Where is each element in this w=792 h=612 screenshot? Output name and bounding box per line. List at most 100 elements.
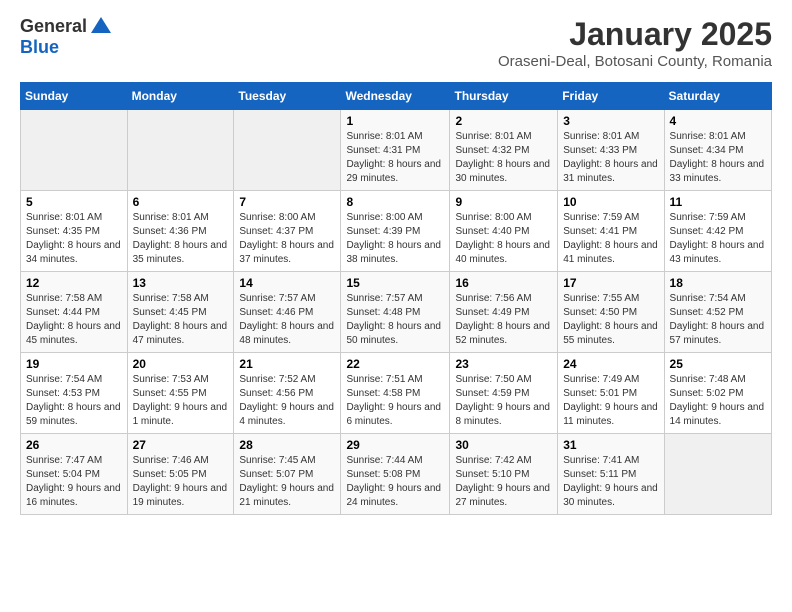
calendar-cell: 24 Sunrise: 7:49 AM Sunset: 5:01 PM Dayli… <box>558 353 664 434</box>
day-number: 11 <box>670 195 766 209</box>
day-detail: Sunrise: 7:58 AM Sunset: 4:44 PM Dayligh… <box>26 292 122 348</box>
calendar-cell: 29 Sunrise: 7:44 AM Sunset: 5:08 PM Dayli… <box>341 434 450 515</box>
day-number: 25 <box>670 357 766 371</box>
day-number: 6 <box>133 195 229 209</box>
day-number: 14 <box>239 276 335 290</box>
day-number: 15 <box>346 276 444 290</box>
title-section: January 2025 Oraseni-Deal, Botosani Coun… <box>498 16 772 70</box>
day-number: 29 <box>346 438 444 452</box>
day-number: 5 <box>26 195 122 209</box>
calendar-cell: 8 Sunrise: 8:00 AM Sunset: 4:39 PM Daylig… <box>341 191 450 272</box>
logo: General Blue <box>20 16 111 58</box>
day-number: 24 <box>563 357 658 371</box>
day-of-week-header: Friday <box>558 83 664 110</box>
day-detail: Sunrise: 7:54 AM Sunset: 4:52 PM Dayligh… <box>670 292 766 348</box>
calendar-subtitle: Oraseni-Deal, Botosani County, Romania <box>498 53 772 70</box>
calendar-cell: 22 Sunrise: 7:51 AM Sunset: 4:58 PM Dayli… <box>341 353 450 434</box>
day-number: 23 <box>455 357 552 371</box>
day-detail: Sunrise: 8:01 AM Sunset: 4:32 PM Dayligh… <box>455 130 552 186</box>
day-number: 26 <box>26 438 122 452</box>
calendar-cell <box>234 110 341 191</box>
day-detail: Sunrise: 7:48 AM Sunset: 5:02 PM Dayligh… <box>670 373 766 429</box>
calendar-cell: 20 Sunrise: 7:53 AM Sunset: 4:55 PM Dayli… <box>127 353 234 434</box>
calendar-title: January 2025 <box>498 16 772 53</box>
calendar-table: SundayMondayTuesdayWednesdayThursdayFrid… <box>20 82 772 515</box>
day-detail: Sunrise: 7:52 AM Sunset: 4:56 PM Dayligh… <box>239 373 335 429</box>
day-number: 27 <box>133 438 229 452</box>
day-detail: Sunrise: 8:01 AM Sunset: 4:31 PM Dayligh… <box>346 130 444 186</box>
calendar-cell: 14 Sunrise: 7:57 AM Sunset: 4:46 PM Dayli… <box>234 272 341 353</box>
calendar-week-row: 19 Sunrise: 7:54 AM Sunset: 4:53 PM Dayli… <box>21 353 772 434</box>
calendar-cell: 10Sunrise: 7:59 AM Sunset: 4:41 PM Dayli… <box>558 191 664 272</box>
day-number: 22 <box>346 357 444 371</box>
day-number: 19 <box>26 357 122 371</box>
day-detail: Sunrise: 7:55 AM Sunset: 4:50 PM Dayligh… <box>563 292 658 348</box>
day-detail: Sunrise: 7:59 AM Sunset: 4:42 PM Dayligh… <box>670 211 766 267</box>
calendar-cell <box>664 434 771 515</box>
calendar-cell: 2 Sunrise: 8:01 AM Sunset: 4:32 PM Daylig… <box>450 110 558 191</box>
day-detail: Sunrise: 7:42 AM Sunset: 5:10 PM Dayligh… <box>455 454 552 510</box>
page-header: General Blue January 2025 Oraseni-Deal, … <box>20 16 772 70</box>
day-detail: Sunrise: 7:47 AM Sunset: 5:04 PM Dayligh… <box>26 454 122 510</box>
calendar-cell <box>21 110 128 191</box>
day-detail: Sunrise: 8:01 AM Sunset: 4:35 PM Dayligh… <box>26 211 122 267</box>
day-of-week-header: Wednesday <box>341 83 450 110</box>
day-of-week-header: Sunday <box>21 83 128 110</box>
calendar-cell: 17Sunrise: 7:55 AM Sunset: 4:50 PM Dayli… <box>558 272 664 353</box>
calendar-cell <box>127 110 234 191</box>
day-detail: Sunrise: 8:00 AM Sunset: 4:37 PM Dayligh… <box>239 211 335 267</box>
day-detail: Sunrise: 8:01 AM Sunset: 4:34 PM Dayligh… <box>670 130 766 186</box>
day-number: 18 <box>670 276 766 290</box>
day-detail: Sunrise: 8:00 AM Sunset: 4:39 PM Dayligh… <box>346 211 444 267</box>
day-detail: Sunrise: 7:49 AM Sunset: 5:01 PM Dayligh… <box>563 373 658 429</box>
calendar-cell: 4Sunrise: 8:01 AM Sunset: 4:34 PM Daylig… <box>664 110 771 191</box>
day-detail: Sunrise: 7:54 AM Sunset: 4:53 PM Dayligh… <box>26 373 122 429</box>
day-detail: Sunrise: 7:50 AM Sunset: 4:59 PM Dayligh… <box>455 373 552 429</box>
calendar-cell: 26 Sunrise: 7:47 AM Sunset: 5:04 PM Dayli… <box>21 434 128 515</box>
day-number: 20 <box>133 357 229 371</box>
day-detail: Sunrise: 7:41 AM Sunset: 5:11 PM Dayligh… <box>563 454 658 510</box>
day-detail: Sunrise: 7:53 AM Sunset: 4:55 PM Dayligh… <box>133 373 229 429</box>
day-detail: Sunrise: 8:01 AM Sunset: 4:33 PM Dayligh… <box>563 130 658 186</box>
calendar-cell: 1 Sunrise: 8:01 AM Sunset: 4:31 PM Daylig… <box>341 110 450 191</box>
day-detail: Sunrise: 7:51 AM Sunset: 4:58 PM Dayligh… <box>346 373 444 429</box>
calendar-week-row: 26 Sunrise: 7:47 AM Sunset: 5:04 PM Dayli… <box>21 434 772 515</box>
calendar-cell: 13Sunrise: 7:58 AM Sunset: 4:45 PM Dayli… <box>127 272 234 353</box>
calendar-cell: 11 Sunrise: 7:59 AM Sunset: 4:42 PM Dayli… <box>664 191 771 272</box>
day-number: 3 <box>563 114 658 128</box>
day-number: 31 <box>563 438 658 452</box>
logo-general-text: General <box>20 16 87 37</box>
calendar-header-row: SundayMondayTuesdayWednesdayThursdayFrid… <box>21 83 772 110</box>
day-number: 16 <box>455 276 552 290</box>
calendar-week-row: 1 Sunrise: 8:01 AM Sunset: 4:31 PM Daylig… <box>21 110 772 191</box>
day-detail: Sunrise: 7:57 AM Sunset: 4:46 PM Dayligh… <box>239 292 335 348</box>
day-number: 30 <box>455 438 552 452</box>
calendar-cell: 3 Sunrise: 8:01 AM Sunset: 4:33 PM Daylig… <box>558 110 664 191</box>
day-number: 8 <box>346 195 444 209</box>
calendar-cell: 7Sunrise: 8:00 AM Sunset: 4:37 PM Daylig… <box>234 191 341 272</box>
day-of-week-header: Monday <box>127 83 234 110</box>
day-of-week-header: Saturday <box>664 83 771 110</box>
day-detail: Sunrise: 7:56 AM Sunset: 4:49 PM Dayligh… <box>455 292 552 348</box>
day-detail: Sunrise: 7:44 AM Sunset: 5:08 PM Dayligh… <box>346 454 444 510</box>
calendar-cell: 28Sunrise: 7:45 AM Sunset: 5:07 PM Dayli… <box>234 434 341 515</box>
calendar-cell: 12Sunrise: 7:58 AM Sunset: 4:44 PM Dayli… <box>21 272 128 353</box>
day-number: 2 <box>455 114 552 128</box>
calendar-cell: 25 Sunrise: 7:48 AM Sunset: 5:02 PM Dayli… <box>664 353 771 434</box>
calendar-cell: 31 Sunrise: 7:41 AM Sunset: 5:11 PM Dayli… <box>558 434 664 515</box>
day-detail: Sunrise: 7:57 AM Sunset: 4:48 PM Dayligh… <box>346 292 444 348</box>
day-number: 21 <box>239 357 335 371</box>
calendar-week-row: 12Sunrise: 7:58 AM Sunset: 4:44 PM Dayli… <box>21 272 772 353</box>
calendar-cell: 27Sunrise: 7:46 AM Sunset: 5:05 PM Dayli… <box>127 434 234 515</box>
calendar-cell: 9Sunrise: 8:00 AM Sunset: 4:40 PM Daylig… <box>450 191 558 272</box>
day-number: 1 <box>346 114 444 128</box>
logo-blue-text: Blue <box>20 37 59 58</box>
day-detail: Sunrise: 7:59 AM Sunset: 4:41 PM Dayligh… <box>563 211 658 267</box>
day-detail: Sunrise: 7:58 AM Sunset: 4:45 PM Dayligh… <box>133 292 229 348</box>
day-detail: Sunrise: 8:01 AM Sunset: 4:36 PM Dayligh… <box>133 211 229 267</box>
calendar-cell: 16 Sunrise: 7:56 AM Sunset: 4:49 PM Dayli… <box>450 272 558 353</box>
logo-triangle-icon <box>91 17 111 33</box>
calendar-cell: 23 Sunrise: 7:50 AM Sunset: 4:59 PM Dayli… <box>450 353 558 434</box>
calendar-cell: 5 Sunrise: 8:01 AM Sunset: 4:35 PM Daylig… <box>21 191 128 272</box>
calendar-cell: 30 Sunrise: 7:42 AM Sunset: 5:10 PM Dayli… <box>450 434 558 515</box>
